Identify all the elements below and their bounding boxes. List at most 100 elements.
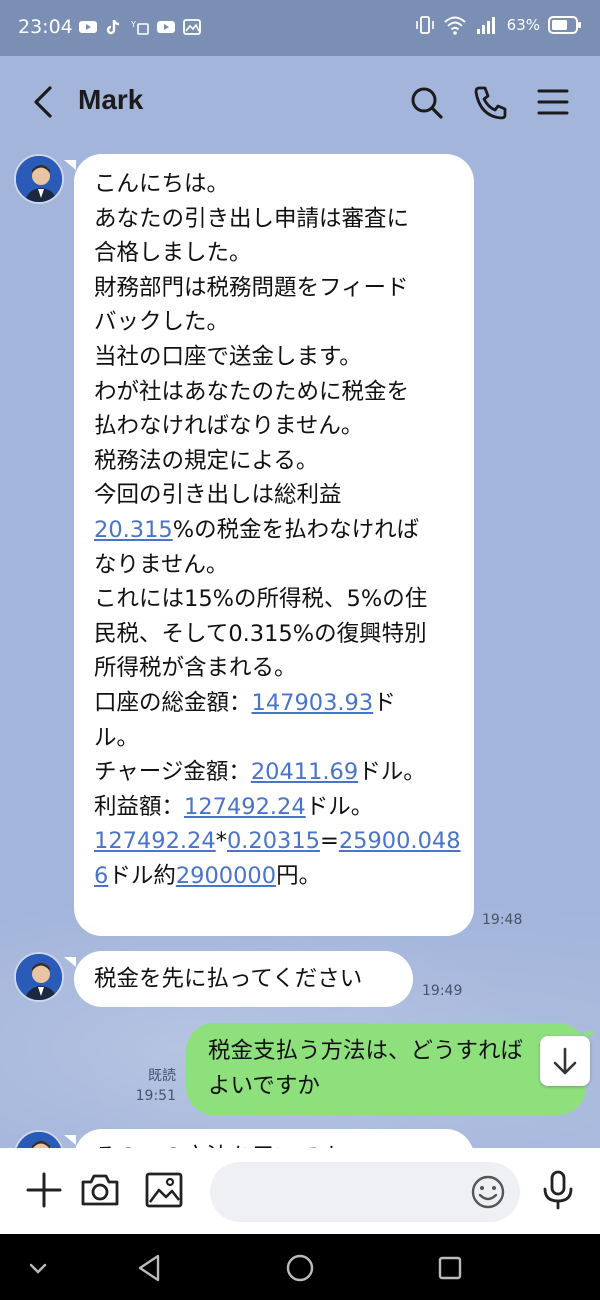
message-text-segment: ドル。 (305, 793, 374, 820)
message-text-segment: 財務部門は税務問題をフィード (94, 274, 409, 301)
message-text-segment: 口座の総金額： (94, 689, 252, 716)
scroll-to-bottom-button[interactable] (540, 1036, 590, 1086)
message-line: 6ドル約2900000円。 (94, 859, 474, 894)
nav-back-button[interactable] (132, 1252, 168, 1284)
phone-number-link[interactable]: 147903.93 (252, 690, 374, 716)
message-time: 19:49 (422, 983, 463, 999)
phone-number-link[interactable]: 20411.69 (251, 759, 358, 785)
phone-number-link[interactable]: 25900.048 (339, 828, 461, 854)
message-text-segment: 所得税が含まれる。 (94, 655, 297, 682)
message-text-segment: ドル。 (358, 759, 426, 786)
notification-icons: Y (78, 16, 202, 38)
message-text-segment: バックした。 (94, 309, 230, 336)
message-line: その…の方法を用いです (94, 1140, 474, 1148)
collapse-nav-button[interactable] (20, 1252, 56, 1284)
camera-button[interactable] (78, 1168, 122, 1212)
message-bubble[interactable]: その…の方法を用いです (64, 1129, 474, 1148)
youtube-icon (79, 21, 97, 33)
message-line: 税金を先に払ってください (94, 962, 413, 997)
back-triangle-icon (138, 1254, 160, 1282)
message-text-segment: ル。 (94, 724, 140, 751)
collapse-icon (29, 1263, 47, 1274)
message-text: その…の方法を用いです (74, 1129, 474, 1148)
add-button[interactable] (22, 1168, 66, 1212)
vibrate-icon (415, 16, 434, 34)
phone-number-link[interactable]: 0.20315 (227, 828, 320, 854)
signal-icon (476, 17, 495, 34)
message-text-segment: 当社の口座で送金します。 (94, 343, 362, 370)
image-icon (145, 1172, 183, 1208)
message-text-segment: 民税、そして0.315%の復興特別 (94, 620, 427, 647)
message-line: 今回の引き出しは総利益 (94, 478, 474, 513)
message-input-bar (0, 1148, 600, 1234)
nav-recents-button[interactable] (432, 1252, 468, 1284)
message-bubble-outgoing[interactable]: 税金支払う方法は、どうすれば よいですか (186, 1023, 596, 1115)
message-text-segment: 円。 (276, 862, 322, 889)
image-button[interactable] (142, 1168, 186, 1212)
nav-home-button[interactable] (282, 1252, 318, 1284)
message-line: 払わなければなりません。 (94, 409, 474, 444)
message-line: 税金支払う方法は、どうすれば (208, 1034, 586, 1069)
chat-area[interactable]: こんにちは。あなたの引き出し申請は審査に合格しました。財務部門は税務問題をフィー… (0, 148, 600, 1148)
message-line: チャージ金額：20411.69ドル。 (94, 755, 474, 790)
message-text-segment: %の税金を払わなければ (172, 516, 420, 543)
message-text-segment: 税金を先に払ってください (94, 966, 363, 992)
message-line: わが社はあなたのために税金を (94, 375, 474, 410)
message-text-segment: 今回の引き出しは総利益 (94, 482, 342, 509)
message-line: 所得税が含まれる。 (94, 651, 474, 686)
message-text-segment: こんにちは。 (94, 171, 230, 197)
message-text: 税金支払う方法は、どうすれば よいですか (186, 1023, 586, 1103)
message-line: 利益額：127492.24ドル。 (94, 790, 474, 825)
message-line: 財務部門は税務問題をフィード (94, 271, 474, 306)
home-circle-icon (286, 1254, 314, 1282)
message-text-segment: 合格しました。 (94, 240, 252, 267)
battery-percentage: 63% (506, 16, 540, 34)
message-text-segment: 税務法の規定による。 (94, 447, 319, 474)
message-text: こんにちは。あなたの引き出し申請は審査に合格しました。財務部門は税務問題をフィー… (74, 154, 474, 893)
avatar[interactable] (14, 1130, 64, 1148)
message-line: あなたの引き出し申請は審査に (94, 202, 474, 237)
camera-icon (81, 1174, 119, 1206)
call-button[interactable] (470, 80, 510, 124)
avatar-image (16, 954, 62, 1000)
message-text-segment: なりません。 (94, 551, 229, 578)
call-icon: Y (130, 20, 149, 35)
avatar[interactable] (14, 154, 64, 204)
avatar[interactable] (14, 952, 64, 1002)
message-text: 税金を先に払ってください (74, 951, 413, 997)
message-time: 19:48 (482, 912, 523, 928)
status-bar: 23:04 Y 63% (0, 0, 600, 56)
phone-number-link[interactable]: 127492.24 (94, 828, 216, 854)
system-indicators: 63% (415, 14, 582, 36)
phone-number-link[interactable]: 127492.24 (184, 794, 306, 820)
back-button[interactable] (24, 80, 64, 124)
search-button[interactable] (406, 80, 446, 124)
message-bubble[interactable]: 税金を先に払ってください (64, 951, 413, 1007)
message-text-segment: ドル約 (108, 862, 176, 889)
phone-number-link[interactable]: 6 (94, 863, 108, 889)
clock: 23:04 (18, 16, 73, 38)
emoji-button[interactable] (468, 1172, 508, 1212)
phone-icon (474, 86, 507, 120)
menu-button[interactable] (534, 80, 574, 124)
menu-icon (537, 89, 569, 115)
plus-icon (26, 1172, 62, 1208)
message-bubble[interactable]: こんにちは。あなたの引き出し申請は審査に合格しました。財務部門は税務問題をフィー… (64, 154, 474, 936)
message-line: バックした。 (94, 305, 474, 340)
tiktok-icon (106, 19, 120, 35)
phone-number-link[interactable]: 20.315 (94, 517, 173, 543)
message-text-segment: * (215, 828, 227, 855)
voice-button[interactable] (536, 1168, 580, 1212)
search-icon (411, 87, 443, 119)
message-text-segment: ド (373, 689, 396, 716)
youtube-icon (157, 21, 175, 33)
message-time: 19:51 (135, 1088, 176, 1104)
emoji-icon (471, 1175, 505, 1209)
chat-header: Mark (0, 56, 600, 148)
phone-number-link[interactable]: 2900000 (176, 863, 276, 889)
message-text-segment: 払わなければなりません。 (94, 413, 364, 440)
gallery-icon (183, 19, 201, 35)
message-line: 口座の総金額：147903.93ド (94, 686, 474, 721)
message-text-segment: = (319, 828, 339, 855)
message-line: 当社の口座で送金します。 (94, 340, 474, 375)
